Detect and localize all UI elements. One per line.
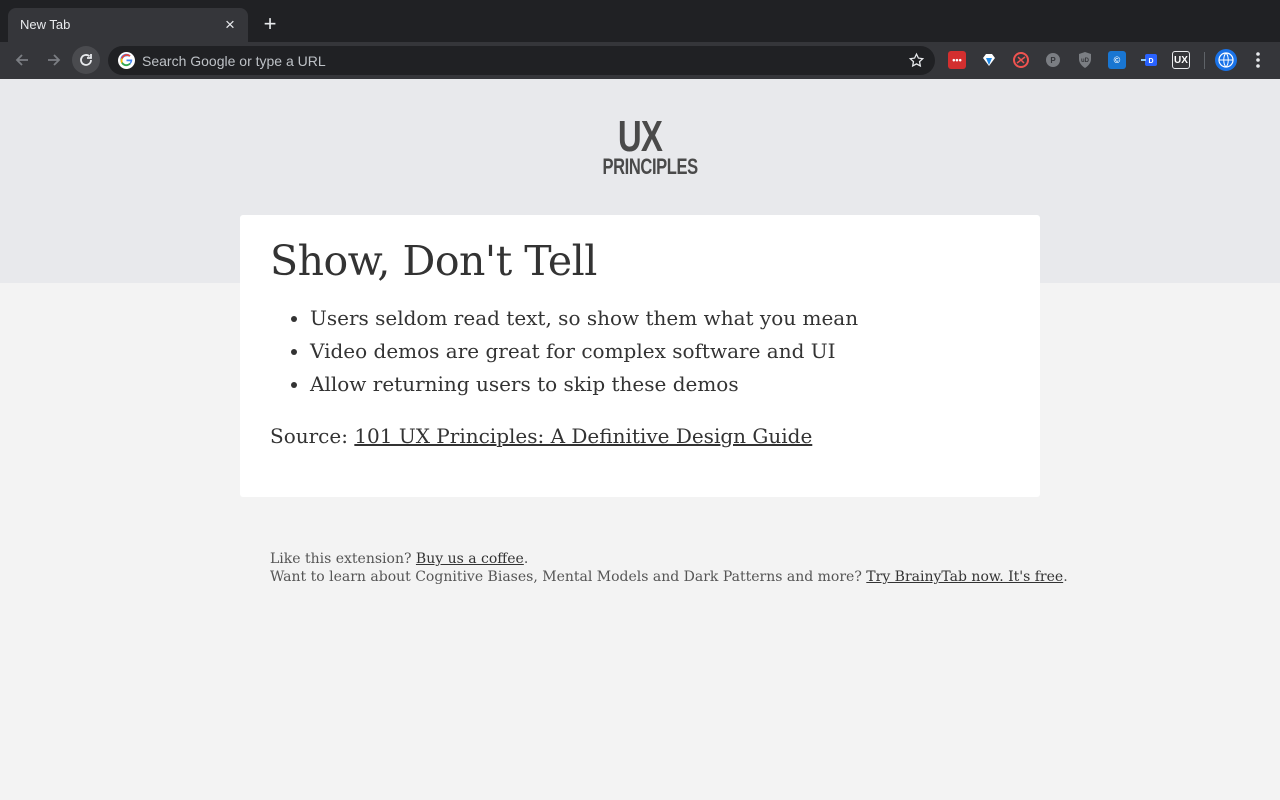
forward-button[interactable] bbox=[40, 46, 68, 74]
principle-point: Users seldom read text, so show them wha… bbox=[310, 302, 1010, 335]
logo-line-1: UX bbox=[617, 112, 663, 161]
toolbar-divider bbox=[1204, 52, 1205, 69]
browser-toolbar: ••• P uD © D UX bbox=[0, 42, 1280, 79]
tab-new-tab[interactable]: New Tab × bbox=[8, 8, 248, 42]
footer-text: Like this extension? bbox=[270, 551, 416, 567]
globe-avatar-icon bbox=[1218, 52, 1234, 68]
footer-punct: . bbox=[1063, 569, 1068, 585]
principle-title: Show, Don't Tell bbox=[270, 237, 597, 285]
lens-icon[interactable] bbox=[1012, 51, 1030, 69]
bookmark-star-icon[interactable] bbox=[908, 52, 925, 69]
svg-text:P: P bbox=[1050, 56, 1056, 65]
ublock-icon[interactable]: uD bbox=[1076, 51, 1094, 69]
source-link[interactable]: 101 UX Principles: A Definitive Design G… bbox=[354, 424, 812, 448]
arrow-right-icon bbox=[48, 54, 61, 66]
back-button[interactable] bbox=[8, 46, 36, 74]
reload-button[interactable] bbox=[72, 46, 100, 74]
search-input[interactable] bbox=[142, 46, 902, 75]
footer-line-1: Like this extension? Buy us a coffee. bbox=[270, 550, 1068, 568]
svg-text:D: D bbox=[1148, 58, 1153, 65]
ux-principles-logo: UX PRINCIPLES bbox=[590, 112, 699, 179]
brainytab-link[interactable]: Try BrainyTab now. It's free bbox=[866, 569, 1063, 585]
close-tab-icon[interactable]: × bbox=[222, 16, 238, 33]
tab-strip: New Tab × + bbox=[0, 0, 1280, 42]
footer-line-2: Want to learn about Cognitive Biases, Me… bbox=[270, 568, 1068, 586]
omnibox[interactable] bbox=[108, 46, 935, 75]
principle-card: Show, Don't Tell Users seldom read text,… bbox=[240, 215, 1040, 497]
arrow-left-icon bbox=[15, 54, 28, 66]
pocket-icon[interactable]: P bbox=[1044, 51, 1062, 69]
extension-dict-icon[interactable]: D bbox=[1140, 51, 1158, 69]
svg-text:uD: uD bbox=[1081, 58, 1090, 64]
google-g-icon bbox=[118, 52, 135, 69]
new-tab-plus-icon[interactable]: + bbox=[259, 13, 281, 36]
footer: Like this extension? Buy us a coffee. Wa… bbox=[270, 550, 1068, 586]
reload-icon bbox=[80, 54, 92, 66]
footer-text: Want to learn about Cognitive Biases, Me… bbox=[270, 569, 867, 585]
tab-title: New Tab bbox=[20, 17, 71, 32]
principle-point: Video demos are great for complex softwa… bbox=[310, 335, 1010, 368]
profile-avatar[interactable] bbox=[1215, 49, 1237, 71]
extension-blue-icon[interactable]: © bbox=[1108, 51, 1126, 69]
source-prefix: Source: bbox=[270, 424, 355, 448]
principle-point: Allow returning users to skip these demo… bbox=[310, 368, 1010, 401]
buy-coffee-link[interactable]: Buy us a coffee bbox=[416, 551, 524, 567]
source-line: Source: 101 UX Principles: A Definitive … bbox=[270, 421, 1010, 451]
more-menu-icon[interactable] bbox=[1250, 50, 1266, 70]
logo-line-2: PRINCIPLES bbox=[602, 154, 699, 179]
lastpass-icon[interactable]: ••• bbox=[948, 51, 966, 69]
diamond-icon[interactable] bbox=[980, 51, 998, 69]
principle-points: Users seldom read text, so show them wha… bbox=[270, 302, 1010, 401]
footer-punct: . bbox=[523, 551, 529, 567]
ux-principles-icon[interactable]: UX bbox=[1172, 51, 1190, 69]
